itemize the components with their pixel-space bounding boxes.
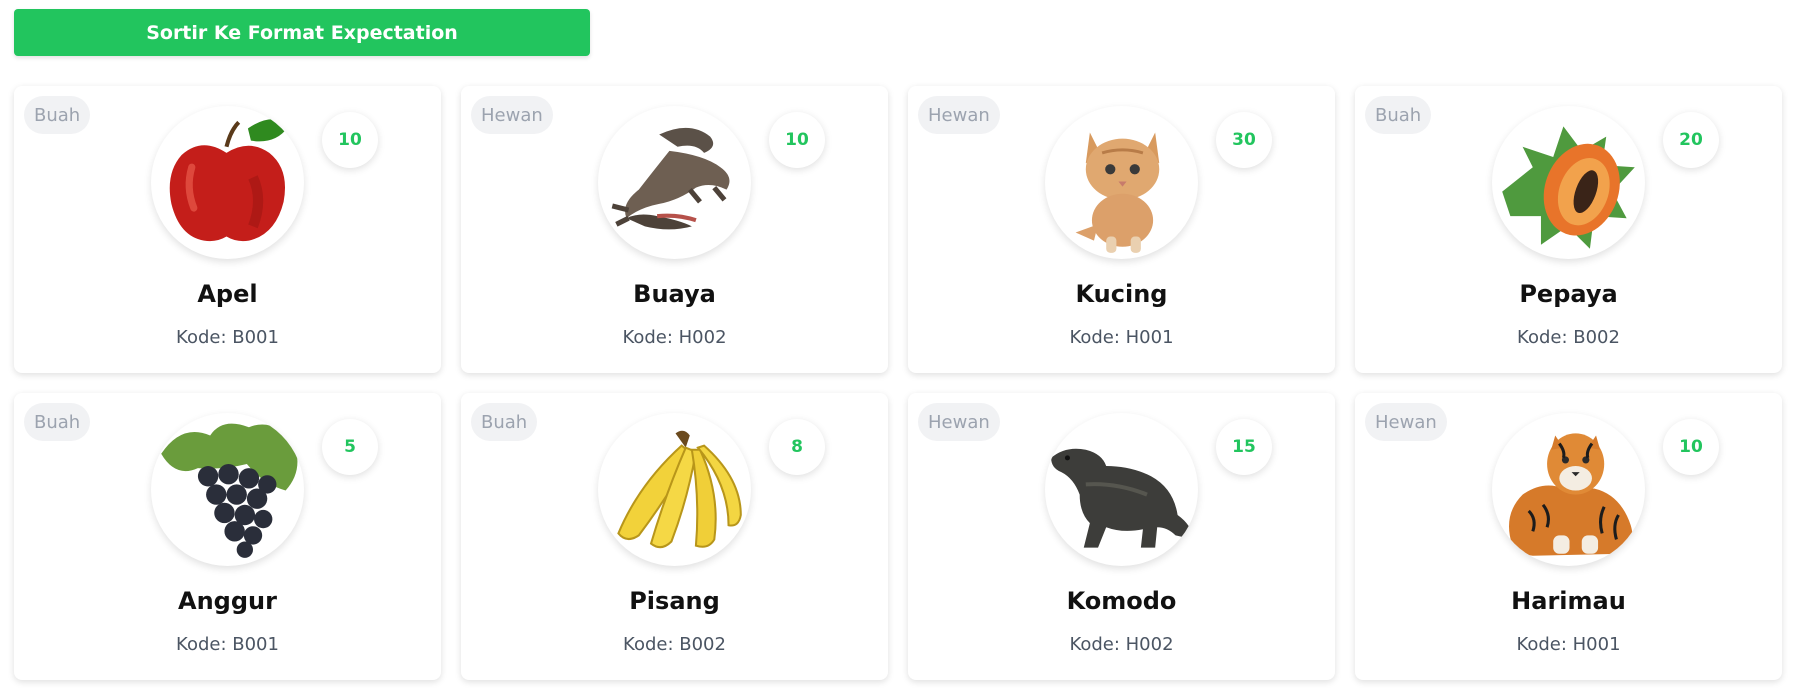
count-badge: 8 bbox=[769, 419, 825, 475]
komodo-icon bbox=[1045, 413, 1198, 566]
category-badge: Hewan bbox=[1365, 403, 1447, 441]
category-badge: Buah bbox=[471, 403, 538, 441]
item-card[interactable]: Buah 8 Pisang Kode: B002 bbox=[461, 393, 888, 680]
item-code: Kode: H002 bbox=[1069, 634, 1174, 655]
count-badge: 10 bbox=[322, 112, 378, 168]
tiger-icon bbox=[1492, 413, 1645, 566]
item-code: Kode: B001 bbox=[176, 634, 279, 655]
count-badge: 10 bbox=[1663, 419, 1719, 475]
banana-icon bbox=[598, 413, 751, 566]
item-name: Kucing bbox=[1075, 280, 1168, 308]
item-code: Kode: H002 bbox=[622, 327, 727, 348]
item-card[interactable]: Hewan 30 Kucing Kode: H001 bbox=[908, 86, 1335, 373]
item-card[interactable]: Buah 10 Apel Kode: B001 bbox=[14, 86, 441, 373]
item-code: Kode: B002 bbox=[1517, 327, 1620, 348]
item-code: Kode: H001 bbox=[1516, 634, 1621, 655]
item-name: Apel bbox=[197, 280, 258, 308]
item-name: Harimau bbox=[1511, 587, 1626, 615]
category-badge: Buah bbox=[24, 403, 91, 441]
item-card[interactable]: Hewan 10 Buaya Kode: H002 bbox=[461, 86, 888, 373]
item-card[interactable]: Buah 5 Anggur Kode: B001 bbox=[14, 393, 441, 680]
item-card[interactable]: Buah 20 Pepaya Kode: B002 bbox=[1355, 86, 1782, 373]
crocodile-icon bbox=[598, 106, 751, 259]
item-name: Buaya bbox=[633, 280, 716, 308]
item-card[interactable]: Hewan 15 Komodo Kode: H002 bbox=[908, 393, 1335, 680]
item-name: Anggur bbox=[178, 587, 277, 615]
category-badge: Hewan bbox=[918, 403, 1000, 441]
cat-icon bbox=[1045, 106, 1198, 259]
apple-icon bbox=[151, 106, 304, 259]
count-badge: 20 bbox=[1663, 112, 1719, 168]
count-badge: 30 bbox=[1216, 112, 1272, 168]
category-badge: Hewan bbox=[918, 96, 1000, 134]
category-badge: Hewan bbox=[471, 96, 553, 134]
papaya-icon bbox=[1492, 106, 1645, 259]
grapes-icon bbox=[151, 413, 304, 566]
count-badge: 10 bbox=[769, 112, 825, 168]
item-code: Kode: B001 bbox=[176, 327, 279, 348]
item-name: Pepaya bbox=[1519, 280, 1618, 308]
item-code: Kode: B002 bbox=[623, 634, 726, 655]
item-name: Pisang bbox=[629, 587, 720, 615]
count-badge: 5 bbox=[322, 419, 378, 475]
item-code: Kode: H001 bbox=[1069, 327, 1174, 348]
count-badge: 15 bbox=[1216, 419, 1272, 475]
item-card[interactable]: Hewan 10 Harimau Kode: H001 bbox=[1355, 393, 1782, 680]
sort-button[interactable]: Sortir Ke Format Expectation bbox=[14, 9, 590, 56]
item-name: Komodo bbox=[1066, 587, 1177, 615]
category-badge: Buah bbox=[24, 96, 91, 134]
category-badge: Buah bbox=[1365, 96, 1432, 134]
